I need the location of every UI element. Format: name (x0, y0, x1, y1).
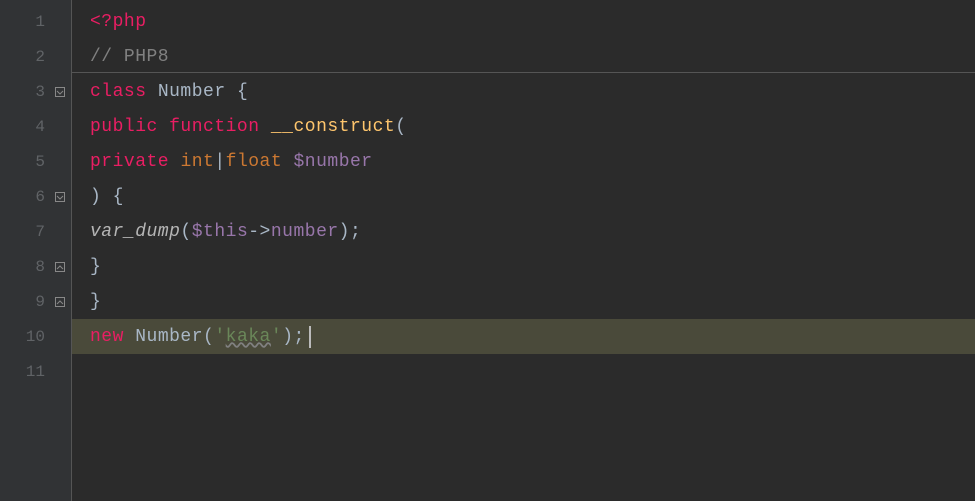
this-var: $this (192, 222, 249, 242)
gutter-row[interactable]: 8 (0, 249, 71, 284)
visibility-keyword: private (90, 152, 169, 172)
code-row-active[interactable]: new Number('kaka'); (72, 319, 975, 354)
fold-up-icon[interactable] (53, 260, 67, 274)
gutter-row[interactable]: 3 (0, 74, 71, 109)
variable: $number (293, 152, 372, 172)
code-row[interactable]: private int|float $number (72, 144, 975, 179)
code-row[interactable]: } (72, 284, 975, 319)
quote: ' (271, 327, 282, 347)
function-call: var_dump (90, 222, 180, 242)
brace: { (113, 187, 124, 207)
line-number: 6 (35, 188, 45, 206)
class-ref: Number( (135, 327, 214, 347)
paren: ( (180, 222, 191, 242)
arrow-op: -> (248, 222, 271, 242)
quote: ' (214, 327, 225, 347)
code-row[interactable]: var_dump($this->number); (72, 214, 975, 249)
gutter-row[interactable]: 1 (0, 4, 71, 39)
pipe: | (214, 152, 225, 172)
code-content[interactable]: <?php // PHP8 class Number { public func… (72, 0, 975, 501)
close-paren: ); (339, 222, 362, 242)
line-number: 5 (35, 153, 45, 171)
line-number: 8 (35, 258, 45, 276)
code-row[interactable]: } (72, 249, 975, 284)
code-row[interactable] (72, 354, 975, 389)
method-name: __construct (271, 117, 395, 137)
brace: { (237, 82, 248, 102)
visibility-keyword: public (90, 117, 158, 137)
string-literal: kaka (226, 327, 271, 347)
brace: } (90, 257, 101, 277)
line-number: 9 (35, 293, 45, 311)
gutter-row[interactable]: 10 (0, 319, 71, 354)
close-paren: ) (90, 187, 113, 207)
fold-down-icon[interactable] (53, 85, 67, 99)
php-keyword: php (113, 12, 147, 32)
gutter-row[interactable]: 2 (0, 39, 71, 74)
php-open-tag: <? (90, 12, 113, 32)
gutter-row[interactable]: 9 (0, 284, 71, 319)
stmt-end: ); (282, 327, 305, 347)
line-number: 11 (26, 363, 45, 381)
comment-text: // PHP8 (90, 47, 169, 67)
gutter-row[interactable]: 11 (0, 354, 71, 389)
code-row[interactable]: <?php (72, 4, 975, 39)
code-row[interactable]: ) { (72, 179, 975, 214)
gutter-row[interactable]: 5 (0, 144, 71, 179)
line-number: 1 (35, 13, 45, 31)
new-keyword: new (90, 327, 124, 347)
class-name: Number (147, 82, 237, 102)
code-row[interactable]: // PHP8 (72, 39, 975, 74)
fold-down-icon[interactable] (53, 190, 67, 204)
class-keyword: class (90, 82, 147, 102)
line-number: 3 (35, 83, 45, 101)
gutter-row[interactable]: 6 (0, 179, 71, 214)
type-float: float (226, 152, 283, 172)
code-row[interactable]: class Number { (72, 74, 975, 109)
paren: ( (395, 117, 406, 137)
code-editor: 1 2 3 4 5 6 7 8 9 10 11 <?php // PHP8 cl… (0, 0, 975, 501)
fold-up-icon[interactable] (53, 295, 67, 309)
text-cursor (309, 326, 311, 348)
gutter-row[interactable]: 4 (0, 109, 71, 144)
property: number (271, 222, 339, 242)
function-keyword: function (169, 117, 259, 137)
line-number: 7 (35, 223, 45, 241)
line-number: 10 (26, 328, 45, 346)
line-number: 4 (35, 118, 45, 136)
line-number: 2 (35, 48, 45, 66)
line-gutter: 1 2 3 4 5 6 7 8 9 10 11 (0, 0, 72, 501)
brace: } (90, 292, 101, 312)
code-row[interactable]: public function __construct( (72, 109, 975, 144)
type-int: int (180, 152, 214, 172)
gutter-row[interactable]: 7 (0, 214, 71, 249)
